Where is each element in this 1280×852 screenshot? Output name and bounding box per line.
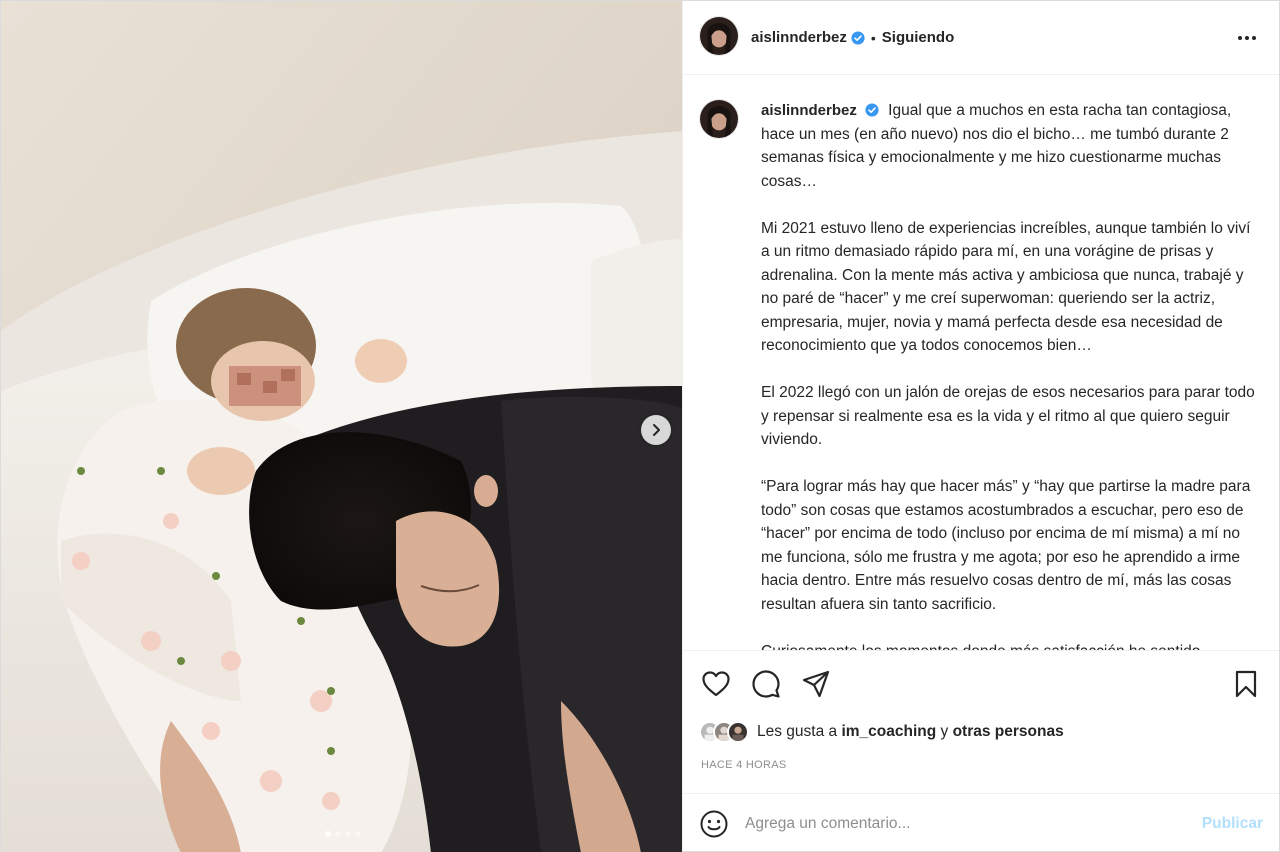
carousel-dot: [334, 831, 341, 837]
caption-username[interactable]: aislinnderbez: [761, 102, 857, 119]
comments-area[interactable]: aislinnderbez Igual que a muchos en esta…: [683, 75, 1279, 651]
carousel-next-button[interactable]: [641, 415, 671, 445]
share-icon: [802, 670, 830, 698]
carousel-dot: [344, 831, 351, 837]
caption-avatar[interactable]: [699, 99, 739, 139]
author-username[interactable]: aislinnderbez: [751, 29, 847, 46]
likes-others-link[interactable]: otras personas: [953, 723, 1064, 741]
like-heart-icon: [702, 671, 730, 697]
carousel-dot: [354, 831, 361, 837]
like-button[interactable]: [699, 667, 733, 701]
post-media[interactable]: [1, 1, 682, 852]
post-header: aislinnderbez • Siguiendo: [683, 1, 1279, 75]
comment-icon: [752, 670, 780, 698]
next-arrow-icon: [653, 424, 660, 436]
caption-paragraph: “Para lograr más hay que hacer más” y “h…: [761, 478, 1251, 613]
post-photo: [1, 1, 682, 852]
likes-prefix: Les gusta a: [757, 723, 838, 740]
caption-paragraph: Curiosamente los momentos donde más sati…: [761, 642, 1201, 651]
more-options-icon: [1238, 35, 1256, 40]
verified-badge-icon: [865, 103, 879, 117]
comment-input[interactable]: [745, 814, 1202, 833]
following-button[interactable]: Siguiendo: [882, 29, 955, 46]
publish-button[interactable]: Publicar: [1202, 815, 1263, 833]
post-caption: aislinnderbez Igual que a muchos en esta…: [699, 99, 1259, 651]
liker-username[interactable]: im_coaching: [841, 723, 936, 741]
author-avatar[interactable]: [699, 15, 739, 56]
likes-connector: y: [940, 723, 949, 740]
save-bookmark-icon: [1235, 670, 1257, 698]
caption-paragraph: Mi 2021 estuvo lleno de experiencias inc…: [761, 219, 1251, 355]
header-separator: •: [870, 29, 876, 46]
likes-summary: Les gusta a im_coaching y otras personas: [683, 717, 1279, 747]
comment-button[interactable]: [749, 667, 783, 701]
add-comment-bar: Publicar: [683, 793, 1279, 852]
liker-avatars[interactable]: [699, 721, 749, 743]
carousel-dot: [324, 831, 331, 837]
post-actions-bar: [683, 651, 1279, 717]
emoji-icon: [700, 810, 728, 837]
emoji-button[interactable]: [699, 809, 729, 839]
carousel-indicator: [1, 831, 682, 837]
more-options-button[interactable]: [1235, 26, 1259, 50]
caption-text: aislinnderbez Igual que a muchos en esta…: [761, 99, 1259, 651]
share-button[interactable]: [799, 667, 833, 701]
instagram-post-modal: aislinnderbez • Siguiendo aislinnderbez …: [0, 0, 1280, 852]
caption-paragraph: El 2022 llegó con un jalón de orejas de …: [761, 384, 1255, 448]
save-button[interactable]: [1229, 667, 1263, 701]
liker-avatar: [727, 721, 749, 743]
post-timestamp[interactable]: HACE 4 HORAS: [683, 751, 1279, 779]
verified-badge-icon: [851, 30, 865, 45]
post-side-panel: aislinnderbez • Siguiendo aislinnderbez …: [682, 1, 1279, 852]
